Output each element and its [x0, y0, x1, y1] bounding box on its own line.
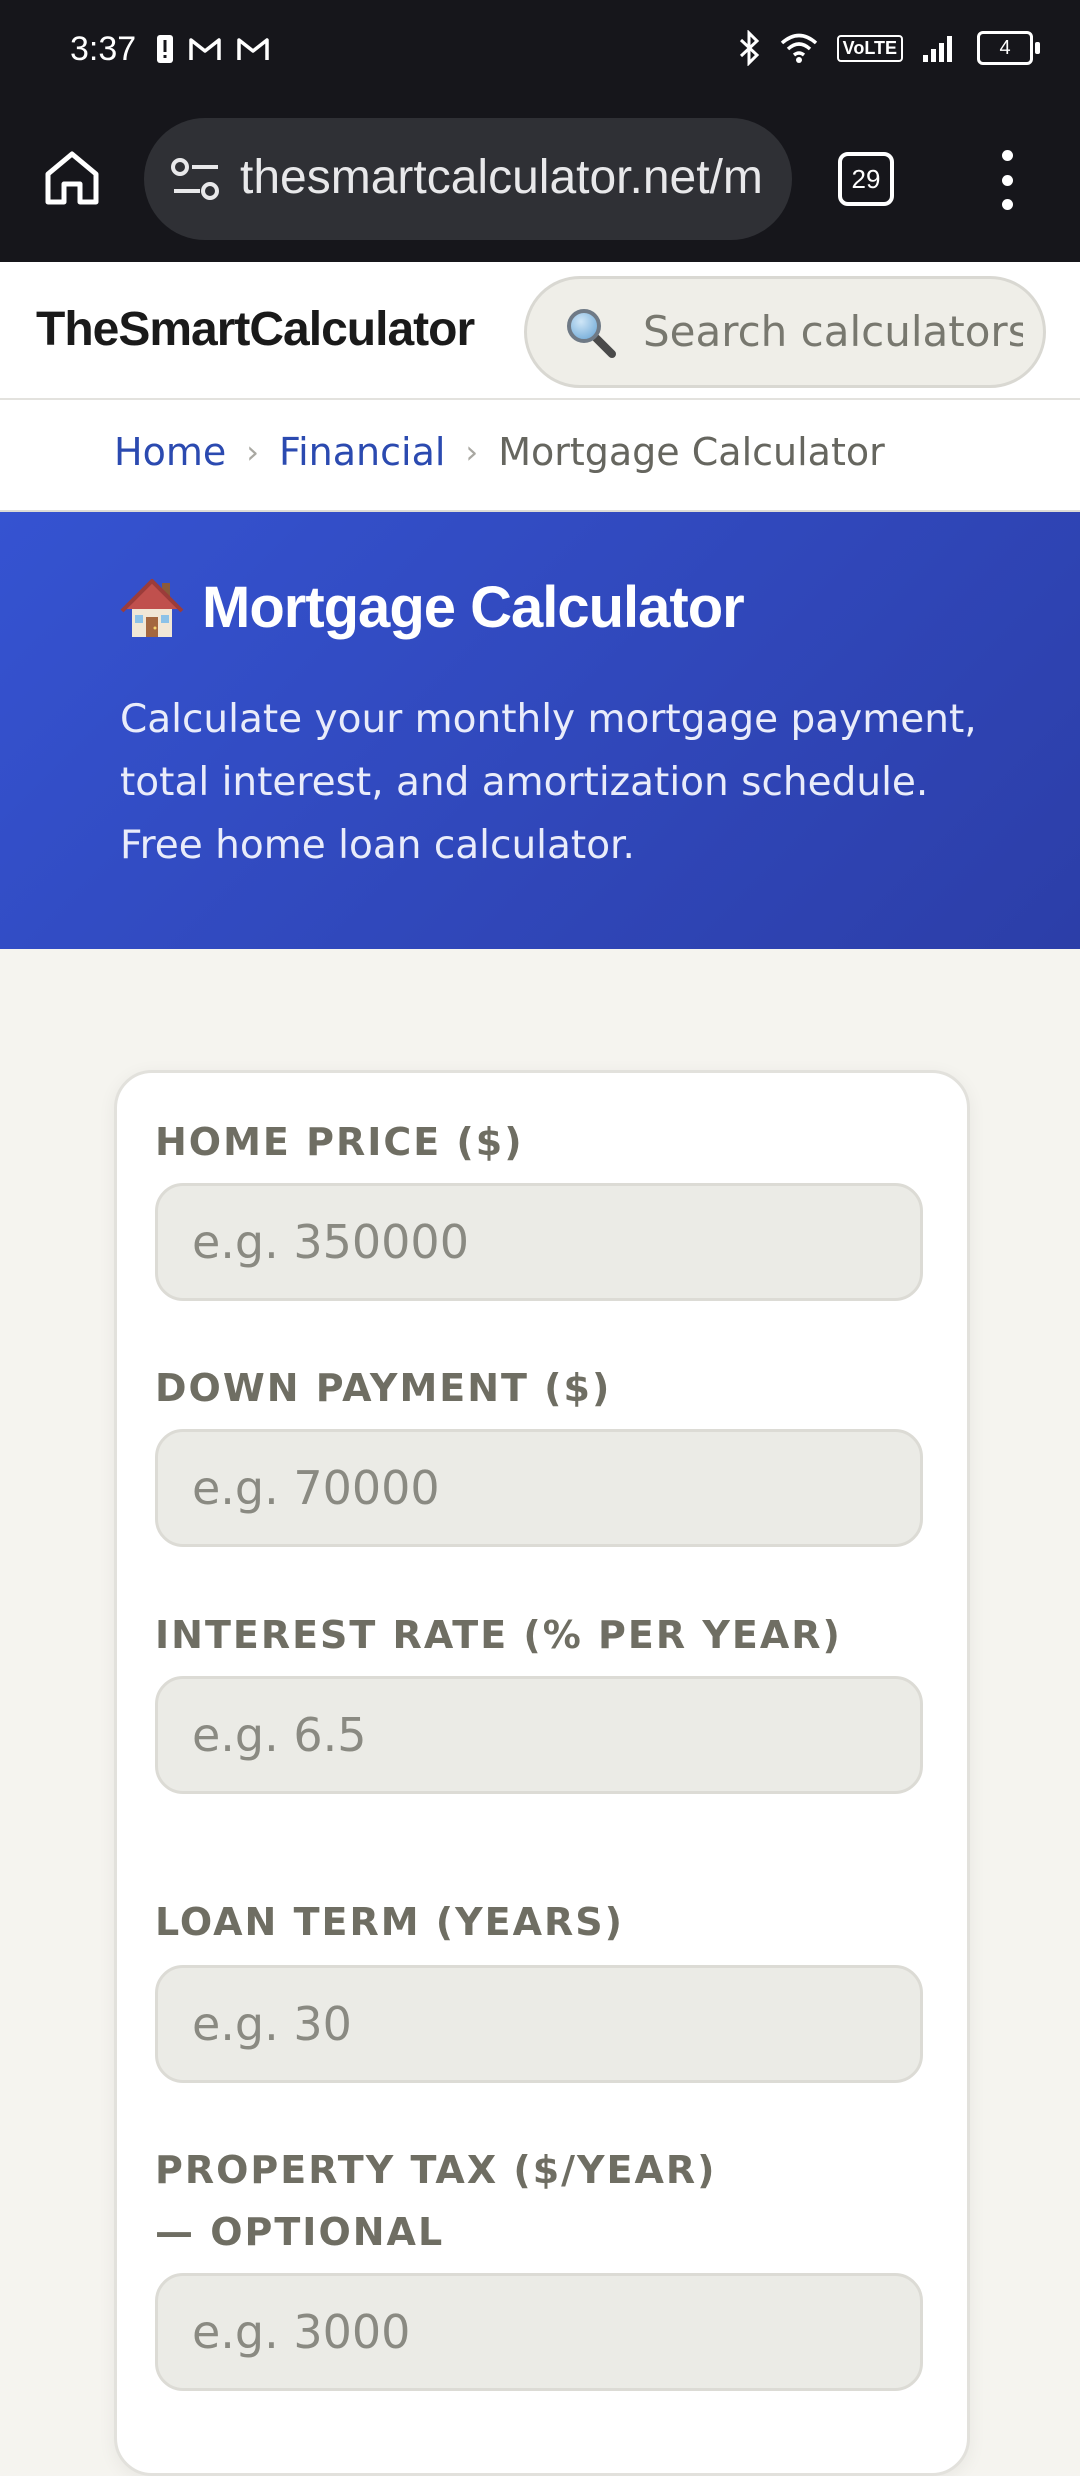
interest-rate-input[interactable] — [155, 1676, 923, 1794]
battery-level: 4 — [977, 31, 1033, 65]
gmail-icon — [237, 38, 269, 60]
down-payment-input[interactable] — [155, 1429, 923, 1547]
breadcrumb-financial-link[interactable]: Financial — [279, 430, 445, 474]
home-icon[interactable] — [40, 146, 104, 210]
hero-banner: Mortgage Calculator Calculate your month… — [0, 512, 1080, 949]
system-icons: VoLTE 4 — [737, 30, 1040, 66]
down-payment-label: DOWN PAYMENT ($) — [155, 1366, 612, 1410]
volte-icon: VoLTE — [836, 34, 903, 62]
status-bar: 3:37 VoLTE 4 — [0, 0, 1080, 104]
page-title-text: Mortgage Calculator — [202, 575, 745, 640]
site-settings-icon[interactable] — [170, 154, 222, 204]
search-input[interactable] — [643, 303, 1023, 359]
search-box[interactable] — [524, 276, 1046, 388]
breadcrumb-home-link[interactable]: Home — [114, 430, 226, 474]
signal-icon — [923, 36, 952, 62]
browser-menu-icon[interactable] — [992, 150, 1022, 210]
notification-icons — [156, 34, 270, 64]
breadcrumb-separator: › — [246, 433, 260, 471]
address-bar[interactable]: thesmartcalculator.net/m — [144, 118, 792, 240]
property-tax-label: PROPERTY TAX ($/YEAR) — OPTIONAL — [155, 2148, 717, 2254]
house-icon — [120, 578, 184, 637]
breadcrumb: Home › Financial › Mortgage Calculator — [0, 400, 1080, 513]
tab-switcher-button[interactable]: 29 — [838, 152, 894, 206]
gmail-icon — [189, 38, 221, 60]
home-price-input[interactable] — [155, 1183, 923, 1301]
site-header: TheSmartCalculator — [0, 262, 1080, 400]
property-tax-input[interactable] — [155, 2273, 923, 2391]
loan-term-input[interactable] — [155, 1965, 923, 2083]
battery-icon: 4 — [977, 31, 1040, 65]
search-icon — [567, 309, 616, 358]
calculator-form: HOME PRICE ($) DOWN PAYMENT ($) INTEREST… — [114, 1070, 970, 2476]
alert-icon — [157, 35, 173, 63]
home-price-label: HOME PRICE ($) — [155, 1120, 524, 1164]
bluetooth-icon — [739, 30, 759, 66]
site-logo[interactable]: TheSmartCalculator — [36, 302, 475, 357]
breadcrumb-current: Mortgage Calculator — [498, 430, 885, 474]
browser-toolbar: thesmartcalculator.net/m 29 — [0, 104, 1080, 262]
loan-term-label: LOAN TERM (YEARS) — [155, 1900, 625, 1944]
page-title: Mortgage Calculator — [120, 574, 745, 641]
wifi-icon — [780, 33, 817, 63]
status-time: 3:37 — [70, 30, 137, 68]
interest-rate-label: INTEREST RATE (% PER YEAR) — [155, 1613, 842, 1657]
breadcrumb-separator: › — [465, 433, 479, 471]
url-text[interactable]: thesmartcalculator.net/m — [240, 150, 780, 210]
page-description: Calculate your monthly mortgage payment,… — [120, 697, 977, 868]
